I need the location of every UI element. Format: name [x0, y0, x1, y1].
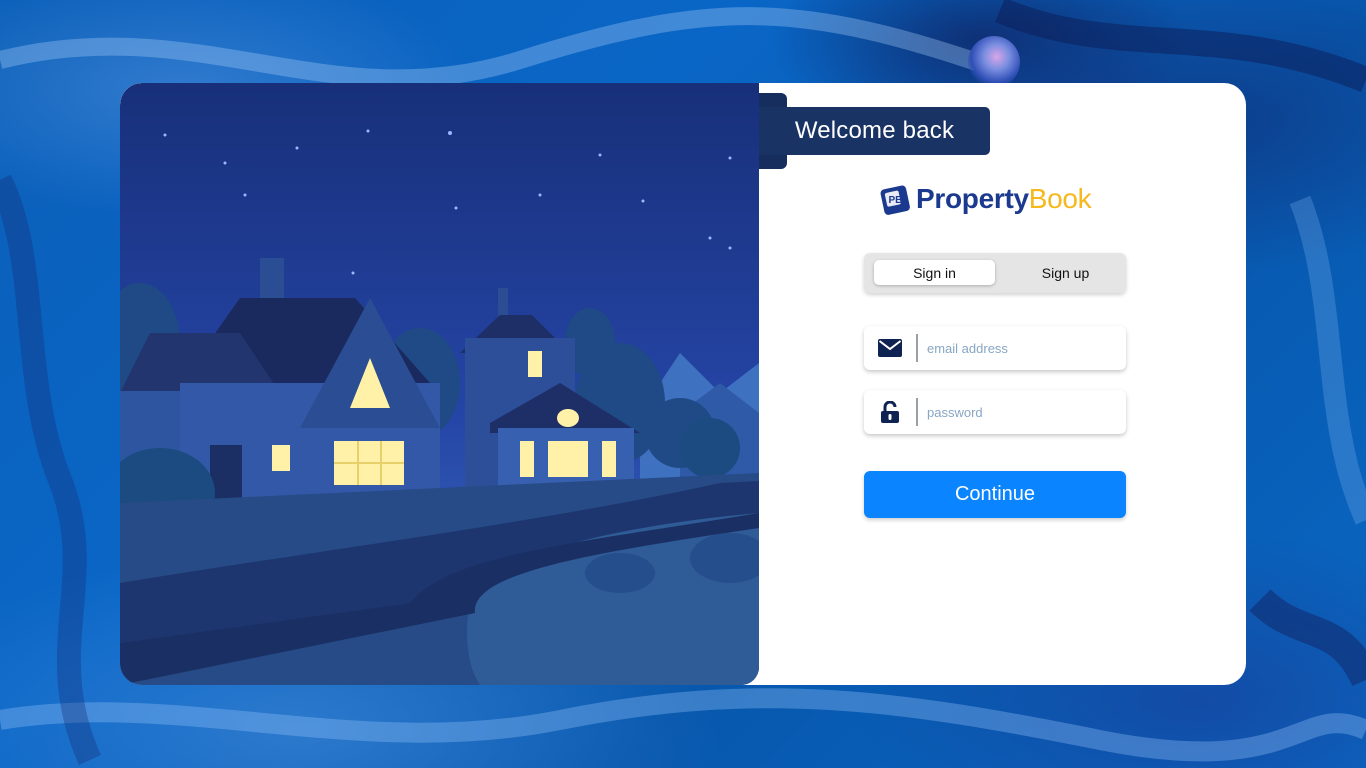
continue-button[interactable]: Continue — [864, 471, 1126, 518]
logo-wordmark: PropertyBook — [916, 183, 1092, 215]
password-input[interactable] — [925, 403, 1126, 421]
email-input[interactable] — [925, 339, 1126, 357]
night-house-illustration — [120, 83, 759, 685]
propertybook-logo: PB PropertyBook — [880, 179, 1092, 219]
envelope-icon — [864, 326, 916, 370]
password-field[interactable] — [864, 390, 1126, 434]
login-card: Welcome back PB PropertyBook Sign in Sig… — [120, 83, 1246, 685]
logo-mark-text: PB — [889, 195, 903, 206]
glowing-orb — [968, 36, 1020, 88]
logo-name-part1: Property — [916, 183, 1029, 214]
tab-sign-up[interactable]: Sign up — [1005, 260, 1126, 285]
logo-name-part2: Book — [1028, 183, 1092, 214]
welcome-banner: Welcome back — [759, 107, 990, 155]
field-divider — [916, 398, 918, 426]
auth-mode-toggle: Sign in Sign up — [864, 253, 1126, 293]
email-field[interactable] — [864, 326, 1126, 370]
tab-sign-in[interactable]: Sign in — [874, 260, 995, 285]
field-divider — [916, 334, 918, 362]
unlocked-padlock-icon — [864, 390, 916, 434]
pb-logo-icon: PB — [880, 185, 910, 215]
